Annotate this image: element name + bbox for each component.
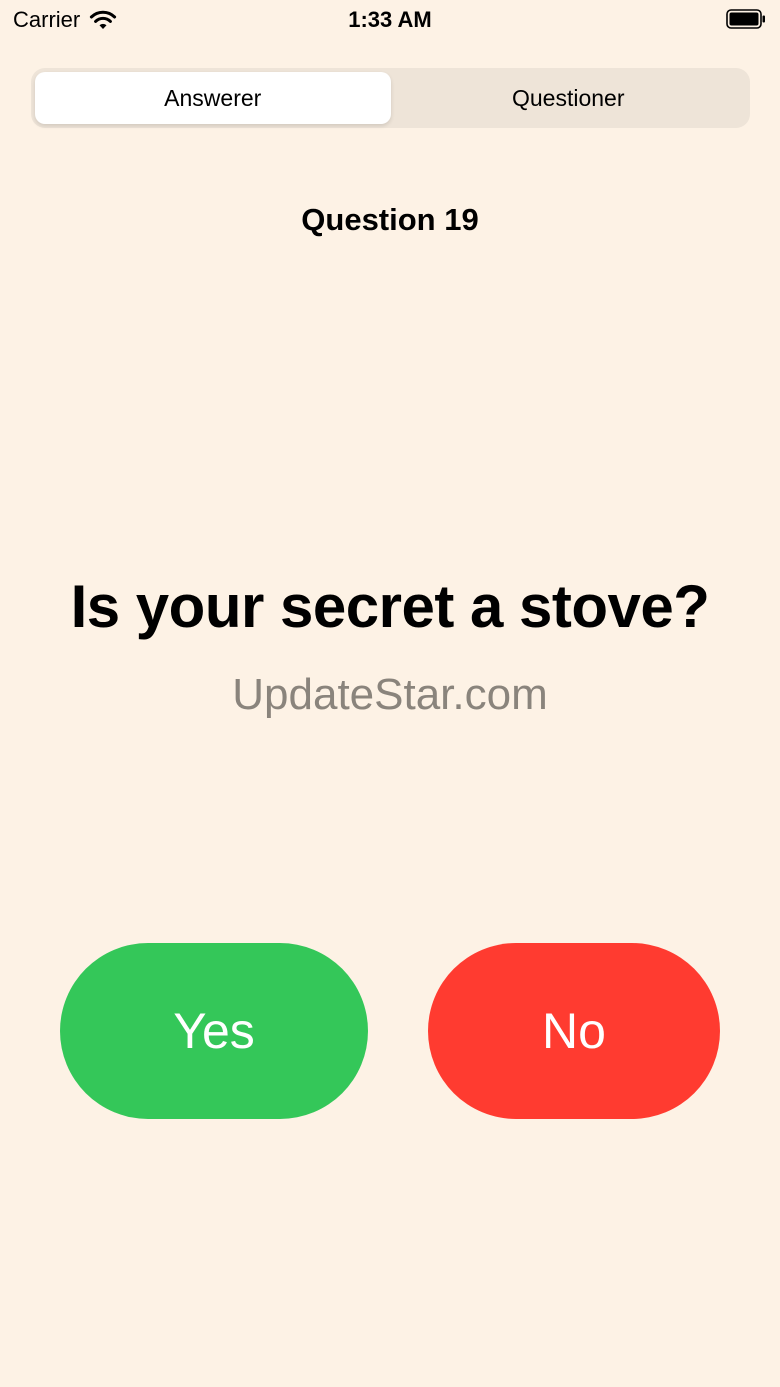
battery-icon <box>726 9 765 29</box>
segment-questioner[interactable]: Questioner <box>391 72 747 124</box>
mode-segmented-control: Answerer Questioner <box>31 68 750 128</box>
yes-button[interactable]: Yes <box>60 943 368 1119</box>
no-button[interactable]: No <box>428 943 720 1119</box>
status-bar: Carrier 1:33 AM <box>0 0 780 40</box>
question-text: Is your secret a stove? <box>70 573 710 640</box>
question-number: Question 19 <box>301 202 479 237</box>
segment-answerer[interactable]: Answerer <box>35 72 391 124</box>
watermark: UpdateStar.com <box>232 670 548 719</box>
status-time: 1:33 AM <box>348 7 432 32</box>
